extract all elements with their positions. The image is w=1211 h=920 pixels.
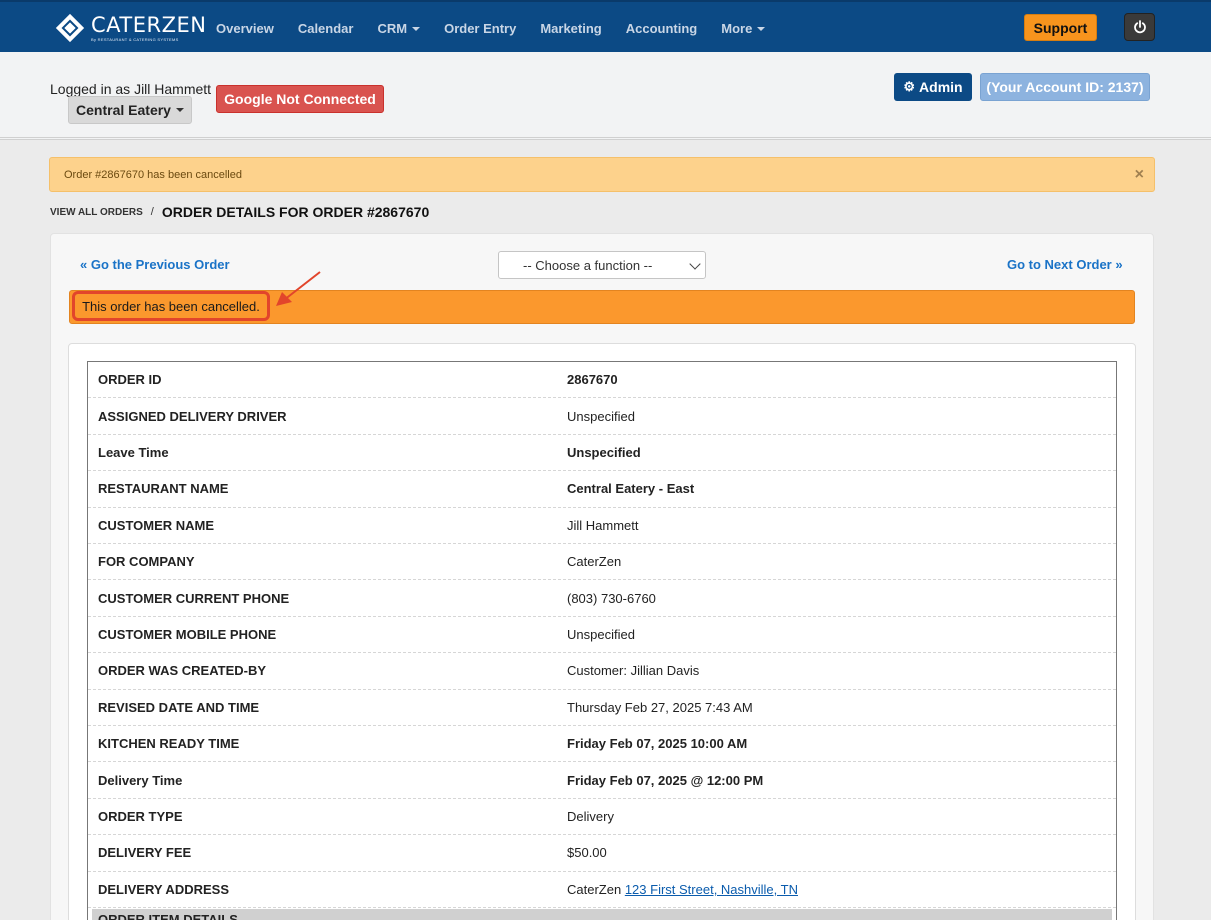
detail-label: ORDER ID bbox=[98, 372, 162, 388]
chevron-down-icon bbox=[689, 258, 701, 270]
nav-item-accounting[interactable]: Accounting bbox=[614, 21, 710, 36]
detail-row: FOR COMPANY CaterZen bbox=[88, 544, 1116, 581]
detail-row: RESTAURANT NAME Central Eatery - East bbox=[88, 471, 1116, 508]
cancelled-highlight-box: This order has been cancelled. bbox=[72, 291, 270, 321]
detail-row: Delivery Time Friday Feb 07, 2025 @ 12:00… bbox=[88, 762, 1116, 799]
cancelled-alert: Order #2867670 has been cancelled × bbox=[49, 157, 1155, 192]
detail-label: ASSIGNED DELIVERY DRIVER bbox=[98, 408, 287, 424]
support-button[interactable]: Support bbox=[1024, 14, 1097, 41]
detail-value: 2867670 bbox=[567, 372, 618, 388]
caret-down-icon bbox=[412, 27, 421, 32]
nav-item-label: Marketing bbox=[540, 20, 602, 36]
detail-row: CUSTOMER MOBILE PHONE Unspecified bbox=[88, 617, 1116, 654]
nav-item-crm[interactable]: CRM bbox=[365, 21, 432, 36]
detail-label: ORDER TYPE bbox=[98, 808, 183, 824]
function-select[interactable]: -- Choose a function -- bbox=[498, 251, 706, 279]
detail-value: Unspecified bbox=[567, 444, 641, 460]
detail-label: DELIVERY ADDRESS bbox=[98, 881, 229, 897]
nav-item-marketing[interactable]: Marketing bbox=[528, 21, 613, 36]
alert-text: Order #2867670 has been cancelled bbox=[64, 169, 242, 181]
nav-item-label: Overview bbox=[216, 20, 274, 36]
detail-row: REVISED DATE AND TIME Thursday Feb 27, 20… bbox=[88, 690, 1116, 726]
detail-value: CaterZen bbox=[567, 554, 622, 570]
location-dropdown[interactable]: Central Eatery bbox=[68, 96, 192, 124]
detail-value: Unspecified bbox=[567, 408, 635, 424]
detail-label: CUSTOMER CURRENT PHONE bbox=[98, 590, 290, 606]
cancelled-banner-text: This order has been cancelled. bbox=[82, 298, 260, 314]
next-order-link[interactable]: Go to Next Order » bbox=[1007, 257, 1123, 272]
detail-value: Thursday Feb 27, 2025 7:43 AM bbox=[567, 699, 753, 715]
logout-button[interactable] bbox=[1124, 13, 1155, 41]
google-not-connected-button[interactable]: Google Not Connected bbox=[216, 85, 384, 113]
detail-value: Unspecified bbox=[567, 626, 635, 642]
detail-value: Friday Feb 07, 2025 @ 12:00 PM bbox=[567, 772, 764, 788]
annotation-arrow-icon bbox=[276, 271, 321, 306]
top-navbar: CATERZEN By RESTAURANT & CATERING SYSTEM… bbox=[0, 0, 1211, 52]
admin-label: Admin bbox=[919, 79, 963, 95]
detail-row: ORDER ID 2867670 bbox=[88, 362, 1116, 399]
detail-value: $50.00 bbox=[567, 845, 607, 861]
detail-value: Jill Hammett bbox=[567, 517, 639, 533]
detail-row-delivery-address: DELIVERY ADDRESS CaterZen 123 First Stree… bbox=[88, 872, 1116, 908]
detail-label: FOR COMPANY bbox=[98, 554, 195, 570]
detail-value: Central Eatery - East bbox=[567, 481, 695, 497]
detail-label: REVISED DATE AND TIME bbox=[98, 699, 260, 715]
nav-item-label: CRM bbox=[377, 20, 408, 36]
logo-name: CATERZEN bbox=[91, 12, 207, 37]
detail-row: CUSTOMER NAME Jill Hammett bbox=[88, 508, 1116, 544]
nav-item-overview[interactable]: Overview bbox=[204, 21, 286, 36]
detail-label: RESTAURANT NAME bbox=[98, 481, 229, 497]
main-nav: Overview Calendar CRM Order Entry Marketing A… bbox=[204, 2, 777, 54]
breadcrumb: VIEW ALL ORDERS / ORDER DETAILS FOR ORDE… bbox=[50, 204, 429, 220]
detail-value: CaterZen 123 First Street, Nashville, TN bbox=[567, 882, 798, 897]
nav-item-label: Order Entry bbox=[444, 20, 517, 36]
delivery-company: CaterZen bbox=[567, 881, 622, 897]
delivery-address-link[interactable]: 123 First Street, Nashville, TN bbox=[625, 882, 798, 897]
detail-label: CUSTOMER MOBILE PHONE bbox=[98, 626, 277, 642]
detail-row: CUSTOMER CURRENT PHONE (803) 730-6760 bbox=[88, 580, 1116, 617]
detail-value: Delivery bbox=[567, 808, 614, 824]
admin-button[interactable]: ⚙ Admin bbox=[894, 73, 972, 101]
detail-label: CUSTOMER NAME bbox=[98, 517, 215, 533]
caret-down-icon bbox=[757, 27, 766, 32]
detail-label: Delivery Time bbox=[98, 772, 183, 788]
caterzen-logo[interactable]: CATERZEN By RESTAURANT & CATERING SYSTEM… bbox=[55, 12, 206, 44]
detail-row: ASSIGNED DELIVERY DRIVER Unspecified bbox=[88, 398, 1116, 435]
function-select-value: -- Choose a function -- bbox=[523, 257, 653, 273]
location-label: Central Eatery bbox=[76, 102, 171, 118]
order-details-table: ORDER ITEM DETAILS ORDER ID 2867670 ASSIGN… bbox=[87, 361, 1117, 920]
detail-label: KITCHEN READY TIME bbox=[98, 736, 240, 752]
caret-down-icon bbox=[175, 108, 184, 112]
order-item-details-header: ORDER ITEM DETAILS bbox=[92, 909, 1112, 920]
nav-item-label: Accounting bbox=[625, 20, 698, 36]
page-title: ORDER DETAILS FOR ORDER #2867670 bbox=[161, 204, 430, 220]
logged-in-text: Logged in as Jill Hammett bbox=[50, 81, 212, 97]
detail-row: ORDER WAS CREATED-BY Customer: Jillian Da… bbox=[88, 653, 1116, 690]
detail-value: Customer: Jillian Davis bbox=[567, 663, 700, 679]
nav-item-order-entry[interactable]: Order Entry bbox=[432, 21, 528, 36]
detail-row: Leave Time Unspecified bbox=[88, 435, 1116, 472]
detail-row: DELIVERY FEE $50.00 bbox=[88, 835, 1116, 872]
power-icon bbox=[1133, 20, 1146, 34]
detail-label: DELIVERY FEE bbox=[98, 845, 192, 861]
close-icon[interactable]: × bbox=[1135, 166, 1144, 184]
view-all-orders-link[interactable]: VIEW ALL ORDERS bbox=[50, 207, 143, 218]
nav-item-label: Calendar bbox=[297, 20, 354, 36]
logo-diamond-icon bbox=[55, 13, 85, 43]
breadcrumb-separator: / bbox=[150, 206, 154, 218]
gear-icon: ⚙ bbox=[903, 79, 916, 94]
detail-label: ORDER WAS CREATED-BY bbox=[98, 663, 267, 679]
detail-label: Leave Time bbox=[98, 444, 169, 460]
logo-subtitle: By RESTAURANT & CATERING SYSTEMS bbox=[91, 36, 179, 42]
nav-item-label: More bbox=[721, 20, 753, 36]
nav-item-more[interactable]: More bbox=[709, 21, 777, 36]
nav-item-calendar[interactable]: Calendar bbox=[286, 21, 366, 36]
previous-order-link[interactable]: « Go the Previous Order bbox=[80, 257, 230, 272]
account-header: Logged in as Jill Hammett Central Eatery… bbox=[0, 52, 1211, 140]
account-id-button[interactable]: (Your Account ID: 2137) bbox=[980, 73, 1150, 101]
detail-row: ORDER TYPE Delivery bbox=[88, 799, 1116, 836]
detail-row: KITCHEN READY TIME Friday Feb 07, 2025 10… bbox=[88, 726, 1116, 763]
detail-value: (803) 730-6760 bbox=[567, 590, 656, 606]
detail-value: Friday Feb 07, 2025 10:00 AM bbox=[567, 736, 748, 752]
